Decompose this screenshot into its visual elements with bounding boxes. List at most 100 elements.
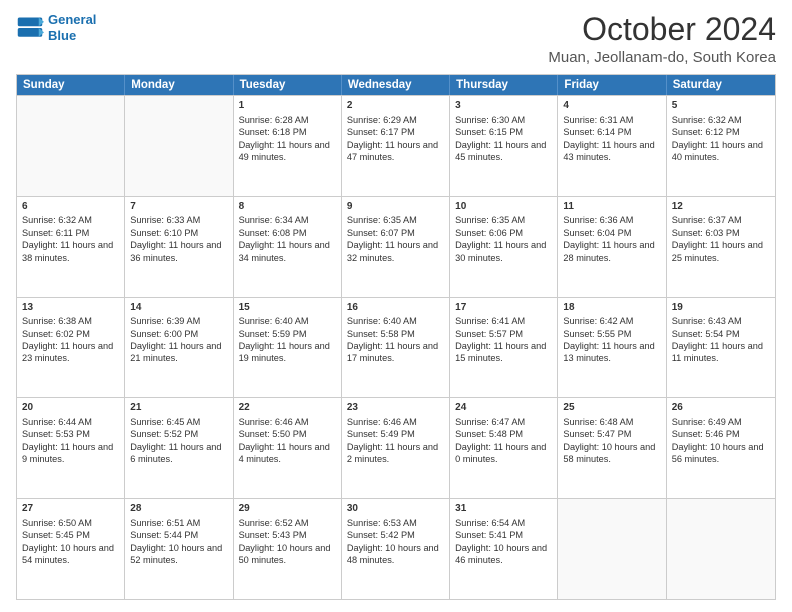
day-info: Sunrise: 6:49 AM Sunset: 5:46 PM Dayligh… xyxy=(672,416,770,466)
calendar-day-14: 14Sunrise: 6:39 AM Sunset: 6:00 PM Dayli… xyxy=(125,298,233,398)
date-number: 25 xyxy=(563,401,660,415)
calendar-week-3: 13Sunrise: 6:38 AM Sunset: 6:02 PM Dayli… xyxy=(17,297,775,398)
day-info: Sunrise: 6:43 AM Sunset: 5:54 PM Dayligh… xyxy=(672,315,770,365)
day-info: Sunrise: 6:41 AM Sunset: 5:57 PM Dayligh… xyxy=(455,315,552,365)
page: General Blue October 2024 Muan, Jeollana… xyxy=(0,0,792,612)
day-info: Sunrise: 6:52 AM Sunset: 5:43 PM Dayligh… xyxy=(239,517,336,567)
calendar-day-18: 18Sunrise: 6:42 AM Sunset: 5:55 PM Dayli… xyxy=(558,298,666,398)
calendar-day-25: 25Sunrise: 6:48 AM Sunset: 5:47 PM Dayli… xyxy=(558,398,666,498)
day-info: Sunrise: 6:45 AM Sunset: 5:52 PM Dayligh… xyxy=(130,416,227,466)
day-info: Sunrise: 6:48 AM Sunset: 5:47 PM Dayligh… xyxy=(563,416,660,466)
date-number: 14 xyxy=(130,301,227,315)
calendar-day-26: 26Sunrise: 6:49 AM Sunset: 5:46 PM Dayli… xyxy=(667,398,775,498)
day-info: Sunrise: 6:54 AM Sunset: 5:41 PM Dayligh… xyxy=(455,517,552,567)
date-number: 21 xyxy=(130,401,227,415)
weekday-header-tuesday: Tuesday xyxy=(234,75,342,95)
day-info: Sunrise: 6:30 AM Sunset: 6:15 PM Dayligh… xyxy=(455,114,552,164)
calendar-day-13: 13Sunrise: 6:38 AM Sunset: 6:02 PM Dayli… xyxy=(17,298,125,398)
header: General Blue October 2024 Muan, Jeollana… xyxy=(16,12,776,66)
calendar-day-6: 6Sunrise: 6:32 AM Sunset: 6:11 PM Daylig… xyxy=(17,197,125,297)
day-info: Sunrise: 6:32 AM Sunset: 6:12 PM Dayligh… xyxy=(672,114,770,164)
day-info: Sunrise: 6:53 AM Sunset: 5:42 PM Dayligh… xyxy=(347,517,444,567)
calendar-day-20: 20Sunrise: 6:44 AM Sunset: 5:53 PM Dayli… xyxy=(17,398,125,498)
day-info: Sunrise: 6:40 AM Sunset: 5:58 PM Dayligh… xyxy=(347,315,444,365)
calendar-day-8: 8Sunrise: 6:34 AM Sunset: 6:08 PM Daylig… xyxy=(234,197,342,297)
subtitle: Muan, Jeollanam-do, South Korea xyxy=(548,49,776,66)
date-number: 27 xyxy=(22,502,119,516)
day-info: Sunrise: 6:35 AM Sunset: 6:07 PM Dayligh… xyxy=(347,214,444,264)
logo-text: General Blue xyxy=(48,12,96,43)
calendar-day-3: 3Sunrise: 6:30 AM Sunset: 6:15 PM Daylig… xyxy=(450,96,558,196)
date-number: 20 xyxy=(22,401,119,415)
calendar-day-24: 24Sunrise: 6:47 AM Sunset: 5:48 PM Dayli… xyxy=(450,398,558,498)
calendar-day-16: 16Sunrise: 6:40 AM Sunset: 5:58 PM Dayli… xyxy=(342,298,450,398)
date-number: 4 xyxy=(563,99,660,113)
date-number: 6 xyxy=(22,200,119,214)
date-number: 26 xyxy=(672,401,770,415)
calendar-day-12: 12Sunrise: 6:37 AM Sunset: 6:03 PM Dayli… xyxy=(667,197,775,297)
day-info: Sunrise: 6:40 AM Sunset: 5:59 PM Dayligh… xyxy=(239,315,336,365)
date-number: 30 xyxy=(347,502,444,516)
day-info: Sunrise: 6:38 AM Sunset: 6:02 PM Dayligh… xyxy=(22,315,119,365)
day-info: Sunrise: 6:31 AM Sunset: 6:14 PM Dayligh… xyxy=(563,114,660,164)
date-number: 1 xyxy=(239,99,336,113)
calendar-day-19: 19Sunrise: 6:43 AM Sunset: 5:54 PM Dayli… xyxy=(667,298,775,398)
day-info: Sunrise: 6:34 AM Sunset: 6:08 PM Dayligh… xyxy=(239,214,336,264)
weekday-header-thursday: Thursday xyxy=(450,75,558,95)
date-number: 23 xyxy=(347,401,444,415)
day-info: Sunrise: 6:46 AM Sunset: 5:49 PM Dayligh… xyxy=(347,416,444,466)
calendar-day-4: 4Sunrise: 6:31 AM Sunset: 6:14 PM Daylig… xyxy=(558,96,666,196)
weekday-header-saturday: Saturday xyxy=(667,75,775,95)
day-info: Sunrise: 6:47 AM Sunset: 5:48 PM Dayligh… xyxy=(455,416,552,466)
calendar-header: SundayMondayTuesdayWednesdayThursdayFrid… xyxy=(17,75,775,95)
weekday-header-monday: Monday xyxy=(125,75,233,95)
calendar-day-5: 5Sunrise: 6:32 AM Sunset: 6:12 PM Daylig… xyxy=(667,96,775,196)
calendar-day-17: 17Sunrise: 6:41 AM Sunset: 5:57 PM Dayli… xyxy=(450,298,558,398)
day-info: Sunrise: 6:28 AM Sunset: 6:18 PM Dayligh… xyxy=(239,114,336,164)
main-title: October 2024 xyxy=(548,12,776,47)
date-number: 10 xyxy=(455,200,552,214)
calendar-day-empty xyxy=(125,96,233,196)
logo-general: General xyxy=(48,12,96,27)
day-info: Sunrise: 6:42 AM Sunset: 5:55 PM Dayligh… xyxy=(563,315,660,365)
date-number: 19 xyxy=(672,301,770,315)
calendar-day-28: 28Sunrise: 6:51 AM Sunset: 5:44 PM Dayli… xyxy=(125,499,233,599)
day-info: Sunrise: 6:32 AM Sunset: 6:11 PM Dayligh… xyxy=(22,214,119,264)
date-number: 7 xyxy=(130,200,227,214)
date-number: 3 xyxy=(455,99,552,113)
calendar-day-9: 9Sunrise: 6:35 AM Sunset: 6:07 PM Daylig… xyxy=(342,197,450,297)
calendar-day-7: 7Sunrise: 6:33 AM Sunset: 6:10 PM Daylig… xyxy=(125,197,233,297)
day-info: Sunrise: 6:46 AM Sunset: 5:50 PM Dayligh… xyxy=(239,416,336,466)
calendar-day-15: 15Sunrise: 6:40 AM Sunset: 5:59 PM Dayli… xyxy=(234,298,342,398)
calendar-day-10: 10Sunrise: 6:35 AM Sunset: 6:06 PM Dayli… xyxy=(450,197,558,297)
weekday-header-sunday: Sunday xyxy=(17,75,125,95)
calendar-week-2: 6Sunrise: 6:32 AM Sunset: 6:11 PM Daylig… xyxy=(17,196,775,297)
calendar-day-empty xyxy=(667,499,775,599)
date-number: 22 xyxy=(239,401,336,415)
date-number: 15 xyxy=(239,301,336,315)
calendar-week-1: 1Sunrise: 6:28 AM Sunset: 6:18 PM Daylig… xyxy=(17,95,775,196)
date-number: 9 xyxy=(347,200,444,214)
day-info: Sunrise: 6:35 AM Sunset: 6:06 PM Dayligh… xyxy=(455,214,552,264)
date-number: 5 xyxy=(672,99,770,113)
date-number: 12 xyxy=(672,200,770,214)
day-info: Sunrise: 6:33 AM Sunset: 6:10 PM Dayligh… xyxy=(130,214,227,264)
day-info: Sunrise: 6:50 AM Sunset: 5:45 PM Dayligh… xyxy=(22,517,119,567)
calendar-day-29: 29Sunrise: 6:52 AM Sunset: 5:43 PM Dayli… xyxy=(234,499,342,599)
date-number: 29 xyxy=(239,502,336,516)
calendar-day-empty xyxy=(558,499,666,599)
weekday-header-friday: Friday xyxy=(558,75,666,95)
calendar-day-1: 1Sunrise: 6:28 AM Sunset: 6:18 PM Daylig… xyxy=(234,96,342,196)
weekday-header-wednesday: Wednesday xyxy=(342,75,450,95)
calendar-week-5: 27Sunrise: 6:50 AM Sunset: 5:45 PM Dayli… xyxy=(17,498,775,599)
date-number: 13 xyxy=(22,301,119,315)
date-number: 24 xyxy=(455,401,552,415)
date-number: 17 xyxy=(455,301,552,315)
day-info: Sunrise: 6:44 AM Sunset: 5:53 PM Dayligh… xyxy=(22,416,119,466)
date-number: 31 xyxy=(455,502,552,516)
calendar-week-4: 20Sunrise: 6:44 AM Sunset: 5:53 PM Dayli… xyxy=(17,397,775,498)
calendar-body: 1Sunrise: 6:28 AM Sunset: 6:18 PM Daylig… xyxy=(17,95,775,599)
calendar-day-21: 21Sunrise: 6:45 AM Sunset: 5:52 PM Dayli… xyxy=(125,398,233,498)
calendar-day-22: 22Sunrise: 6:46 AM Sunset: 5:50 PM Dayli… xyxy=(234,398,342,498)
day-info: Sunrise: 6:29 AM Sunset: 6:17 PM Dayligh… xyxy=(347,114,444,164)
